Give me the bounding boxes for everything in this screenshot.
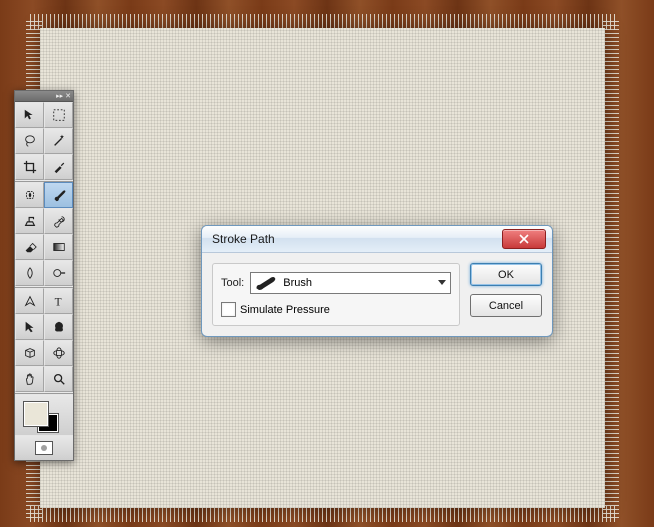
magic-wand-tool[interactable] (44, 128, 73, 154)
custom-shape-tool[interactable] (44, 314, 73, 340)
crop-tool[interactable] (15, 154, 44, 180)
brush-icon (255, 276, 277, 290)
3d-camera-tool[interactable] (44, 340, 73, 366)
3d-object-tool[interactable] (15, 340, 44, 366)
color-swatches[interactable] (15, 394, 73, 435)
gradient-tool[interactable] (44, 234, 73, 260)
healing-brush-tool[interactable] (15, 182, 44, 208)
dialog-options-group: Tool: Brush Simulate Pressure (212, 263, 460, 326)
svg-text:T: T (54, 296, 61, 308)
panel-close-icon[interactable]: ✕ (65, 93, 71, 100)
type-tool[interactable]: T (44, 288, 73, 314)
history-brush-tool[interactable] (44, 208, 73, 234)
tools-panel: ▸▸ ✕ T (14, 90, 74, 461)
close-button[interactable] (502, 229, 546, 249)
eyedropper-tool[interactable] (44, 154, 73, 180)
clone-stamp-tool[interactable] (15, 208, 44, 234)
tool-dropdown[interactable]: Brush (250, 272, 451, 294)
brush-tool[interactable] (44, 182, 73, 208)
ok-button[interactable]: OK (470, 263, 542, 286)
tool-label: Tool: (221, 277, 244, 289)
stroke-path-dialog: Stroke Path Tool: Brush Simulate Pressur… (201, 225, 553, 337)
marquee-tool[interactable] (44, 102, 73, 128)
close-icon (519, 234, 529, 244)
dodge-tool[interactable] (44, 260, 73, 286)
fabric-fringe (603, 20, 619, 518)
simulate-pressure-checkbox[interactable] (221, 302, 236, 317)
zoom-tool[interactable] (44, 366, 73, 392)
hand-tool[interactable] (15, 366, 44, 392)
move-tool[interactable] (15, 102, 44, 128)
panel-collapse-icon[interactable]: ▸▸ (56, 93, 63, 100)
fabric-fringe (30, 506, 615, 522)
simulate-pressure-label: Simulate Pressure (240, 304, 330, 316)
foreground-color-swatch[interactable] (23, 401, 49, 427)
dialog-titlebar[interactable]: Stroke Path (202, 226, 552, 253)
quick-mask-toggle[interactable] (15, 435, 73, 460)
dialog-title: Stroke Path (212, 232, 502, 246)
cancel-button[interactable]: Cancel (470, 294, 542, 317)
pen-tool[interactable] (15, 288, 44, 314)
blur-tool[interactable] (15, 260, 44, 286)
lasso-tool[interactable] (15, 128, 44, 154)
path-selection-tool[interactable] (15, 314, 44, 340)
chevron-down-icon (438, 280, 446, 285)
eraser-tool[interactable] (15, 234, 44, 260)
tool-dropdown-value: Brush (283, 277, 446, 289)
tools-panel-header[interactable]: ▸▸ ✕ (15, 91, 73, 102)
